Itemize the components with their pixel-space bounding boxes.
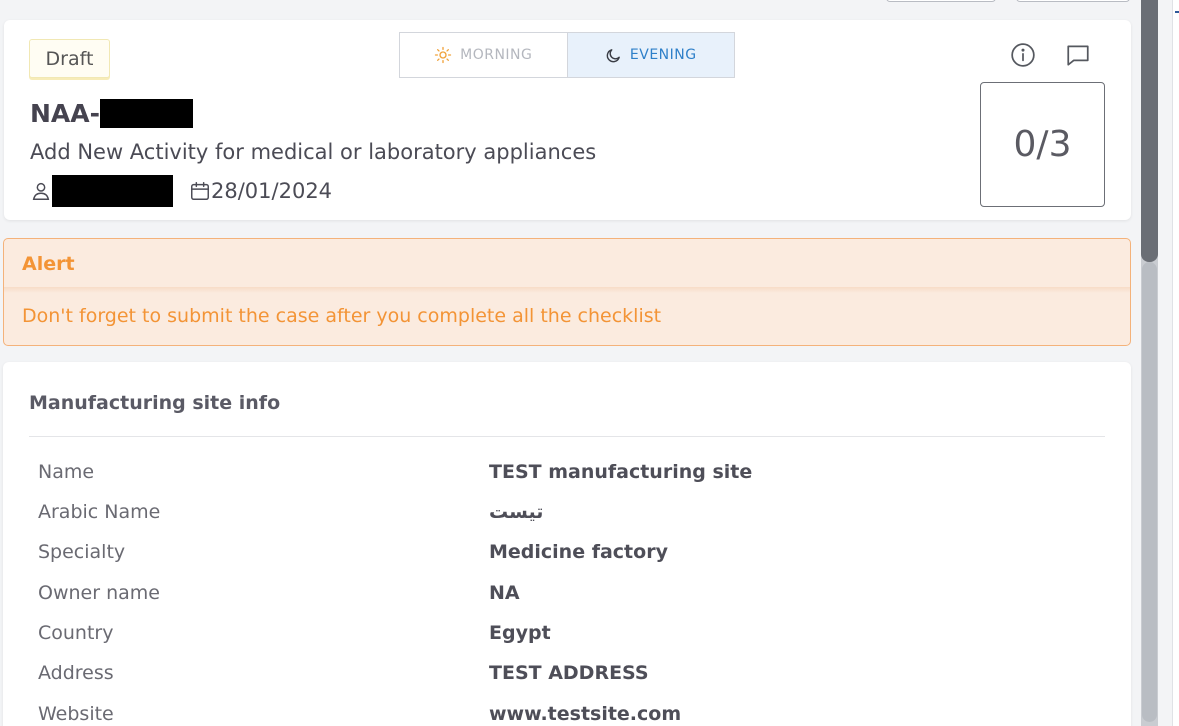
info-label: Owner name [38, 582, 160, 604]
morning-label: MORNING [460, 47, 533, 63]
sun-icon [434, 46, 452, 64]
info-row-owner-name: Owner name NA [38, 578, 1098, 608]
divider [29, 436, 1105, 437]
alert-box: Alert Don't forget to submit the case af… [3, 238, 1131, 346]
info-value: Medicine factory [489, 541, 668, 563]
calendar-icon [189, 180, 211, 202]
case-code: NAA- [30, 99, 193, 128]
site-info-section: Manufacturing site info Name TEST manufa… [3, 362, 1131, 726]
user-icon [30, 180, 52, 202]
info-value: TEST manufacturing site [489, 461, 753, 483]
info-row-country: Country Egypt [38, 618, 1098, 648]
redacted-case-number [100, 99, 193, 128]
section-title: Manufacturing site info [29, 392, 281, 414]
info-row-website: Website www.testsite.com [38, 699, 1098, 726]
case-date: 28/01/2024 [211, 179, 333, 203]
info-value: Egypt [489, 622, 551, 644]
moon-icon [605, 47, 622, 64]
shift-toggle: MORNING EVENING [399, 32, 735, 78]
evening-shift-button[interactable]: EVENING [566, 33, 734, 77]
info-icon[interactable] [1009, 41, 1037, 69]
info-value: تيست [489, 501, 544, 523]
info-label: Country [38, 622, 114, 644]
case-header-card: Draft MORNING EVENING NAA- Add New Activ… [4, 20, 1131, 220]
info-value: TEST ADDRESS [489, 662, 649, 684]
info-value[interactable]: www.testsite.com [489, 703, 681, 725]
info-value: NA [489, 582, 520, 604]
alert-message: Don't forget to submit the case after yo… [22, 305, 662, 327]
morning-shift-button[interactable]: MORNING [400, 33, 567, 77]
info-row-specialty: Specialty Medicine factory [38, 537, 1098, 567]
info-label: Arabic Name [38, 501, 161, 523]
case-title: Add New Activity for medical or laborato… [30, 140, 597, 164]
info-row-name: Name TEST manufacturing site [38, 457, 1098, 487]
right-side-panel-edge [1172, 0, 1179, 726]
checklist-counter: 0/3 [980, 82, 1105, 207]
info-row-arabic-name: Arabic Name تيست [38, 497, 1098, 527]
info-row-address: Address TEST ADDRESS [38, 658, 1098, 688]
panel-indicator [1175, 11, 1179, 13]
info-label: Website [38, 703, 114, 725]
alert-title: Alert [22, 253, 75, 275]
scrollbar-lower-track[interactable] [1142, 262, 1157, 722]
case-code-prefix: NAA- [30, 99, 100, 128]
info-label: Specialty [38, 541, 126, 563]
redacted-user-name [52, 175, 173, 207]
status-badge: Draft [29, 39, 110, 78]
case-meta: 28/01/2024 [30, 175, 332, 207]
info-label: Name [38, 461, 95, 483]
comment-icon[interactable] [1064, 41, 1092, 69]
info-label: Address [38, 662, 114, 684]
evening-label: EVENING [629, 47, 697, 63]
top-toolbar-button-stub[interactable] [886, 0, 996, 2]
scrollbar-thumb[interactable] [1141, 0, 1158, 262]
alert-divider [4, 287, 1130, 293]
top-toolbar-button-stub[interactable] [1016, 0, 1130, 2]
